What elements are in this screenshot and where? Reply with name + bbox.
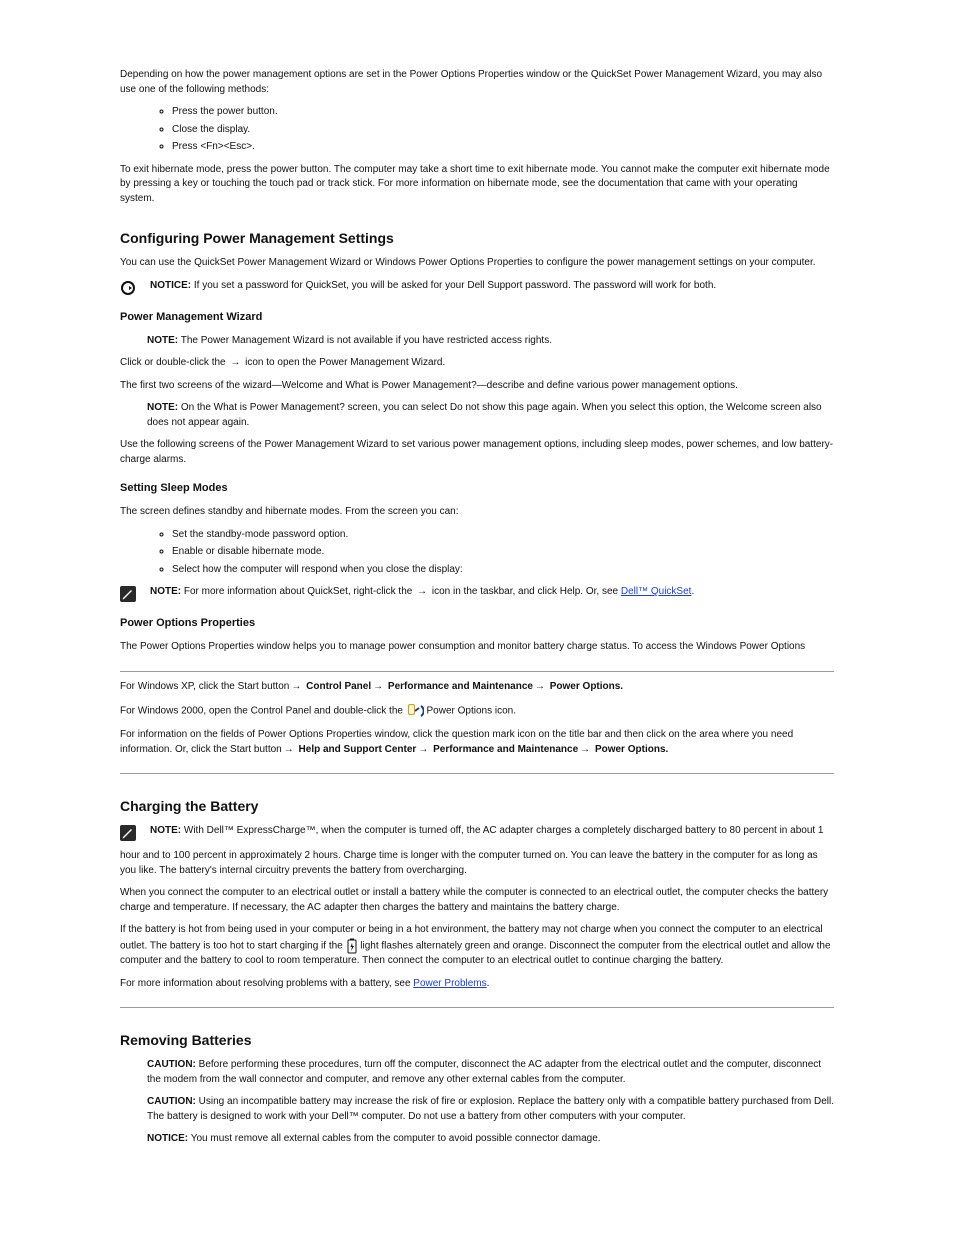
list-item: Select how the computer will respond whe… [172, 563, 834, 578]
notice-text: NOTICE: If you set a password for QuickS… [150, 279, 834, 294]
power-options-icon [406, 702, 424, 720]
caution-label: CAUTION: [147, 1096, 196, 1107]
notice-paragraph: NOTICE: You must remove all external cab… [120, 1132, 834, 1147]
arrow-right-icon: → [282, 744, 296, 755]
heading-removing: Removing Batteries [120, 1030, 834, 1050]
arrow-right-icon: → [415, 586, 429, 597]
paragraph: For information on the fields of Power O… [120, 728, 834, 757]
text: icon to open the Power Management Wizard… [242, 357, 445, 368]
note-body: With Dell™ ExpressCharge™, when the comp… [181, 825, 823, 836]
note-label: NOTE: [150, 825, 181, 836]
arrow-right-icon: → [416, 744, 430, 755]
text: Power Options icon. [427, 706, 517, 717]
paragraph: The Power Options Properties window help… [120, 640, 834, 655]
note-text: NOTE: For more information about QuickSe… [150, 585, 834, 600]
note-text: NOTE: With Dell™ ExpressCharge™, when th… [150, 824, 834, 839]
heading-charging: Charging the Battery [120, 796, 834, 816]
divider [120, 671, 834, 672]
list-item: Set the standby-mode password option. [172, 528, 834, 543]
notice-label: NOTICE: [147, 1133, 188, 1144]
paragraph: The first two screens of the wizard—Welc… [120, 379, 834, 394]
notice-body: If you set a password for QuickSet, you … [191, 280, 716, 291]
paragraph: For Windows 2000, open the Control Panel… [120, 702, 834, 720]
divider [120, 773, 834, 774]
arrow-right-icon: → [289, 681, 303, 692]
caution-body: Before performing these procedures, turn… [147, 1059, 821, 1085]
note-body3: . [691, 586, 694, 597]
arrow-right-icon: → [533, 681, 547, 692]
paragraph: The screen defines standby and hibernate… [120, 505, 834, 520]
paragraph: To exit hibernate mode, press the power … [120, 163, 834, 207]
paragraph: Use the following screens of the Power M… [120, 438, 834, 467]
text: For Windows 2000, open the Control Panel… [120, 706, 406, 717]
arrow-right-icon: → [578, 744, 592, 755]
quickset-link[interactable]: Dell™ QuickSet [621, 586, 692, 597]
note-body2: icon in the taskbar, and click Help. Or,… [429, 586, 621, 597]
bullet-list: Set the standby-mode password option. En… [120, 528, 834, 578]
note-paragraph: NOTE: On the What is Power Management? s… [120, 401, 834, 430]
subheading-sleep-modes: Setting Sleep Modes [120, 481, 834, 497]
divider [120, 1007, 834, 1008]
text: Performance and Maintenance [433, 744, 578, 755]
text: Control Panel [306, 681, 371, 692]
bullet-list: Press the power button. Close the displa… [120, 105, 834, 155]
note-label: NOTE: [150, 586, 181, 597]
paragraph: Click or double-click the → icon to open… [120, 356, 834, 371]
notice-body: You must remove all external cables from… [188, 1133, 600, 1144]
note-label: NOTE: [147, 335, 178, 346]
paragraph: If the battery is hot from being used in… [120, 923, 834, 968]
caution-label: CAUTION: [147, 1059, 196, 1070]
note-block: NOTE: With Dell™ ExpressCharge™, when th… [120, 824, 834, 841]
pencil-note-icon [120, 586, 136, 602]
list-item: Press <Fn><Esc>. [172, 140, 834, 155]
text: Power Options. [550, 681, 623, 692]
text: For more information about resolving pro… [120, 978, 413, 989]
text: For Windows XP, click the Start button [120, 681, 289, 692]
paragraph: For Windows XP, click the Start button→ … [120, 680, 834, 695]
paragraph: When you connect the computer to an elec… [120, 886, 834, 915]
caution-paragraph: CAUTION: Using an incompatible battery m… [120, 1095, 834, 1124]
heading-config-power: Configuring Power Management Settings [120, 228, 834, 248]
paragraph: Depending on how the power management op… [120, 68, 834, 97]
note-body: For more information about QuickSet, rig… [181, 586, 415, 597]
list-item: Enable or disable hibernate mode. [172, 545, 834, 560]
text: Help and Support Center [299, 744, 417, 755]
subheading-pm-wizard: Power Management Wizard [120, 310, 834, 326]
page-content: Depending on how the power management op… [0, 0, 954, 1255]
notice-block: NOTICE: If you set a password for QuickS… [120, 279, 834, 296]
note-label: NOTE: [147, 402, 178, 413]
list-item: Press the power button. [172, 105, 834, 120]
note-paragraph: NOTE: The Power Management Wizard is not… [120, 334, 834, 349]
note-body: On the What is Power Management? screen,… [147, 402, 822, 428]
pencil-note-icon [120, 825, 136, 841]
text: . [487, 978, 490, 989]
note-body: The Power Management Wizard is not avail… [178, 335, 552, 346]
text: Click or double-click the [120, 357, 228, 368]
notice-icon [120, 280, 136, 296]
list-item: Close the display. [172, 123, 834, 138]
caution-body: Using an incompatible battery may increa… [147, 1096, 834, 1122]
power-problems-link[interactable]: Power Problems [413, 978, 486, 989]
arrow-right-icon: → [228, 357, 242, 368]
paragraph: For more information about resolving pro… [120, 977, 834, 992]
notice-label: NOTICE: [150, 280, 191, 291]
battery-indicator-icon [346, 938, 358, 954]
caution-paragraph: CAUTION: Before performing these procedu… [120, 1058, 834, 1087]
subheading-power-options: Power Options Properties [120, 616, 834, 632]
paragraph: hour and to 100 percent in approximately… [120, 849, 834, 878]
paragraph: You can use the QuickSet Power Managemen… [120, 256, 834, 271]
note-block: NOTE: For more information about QuickSe… [120, 585, 834, 602]
text: Performance and Maintenance [388, 681, 533, 692]
text: Power Options. [595, 744, 668, 755]
arrow-right-icon: → [371, 681, 385, 692]
